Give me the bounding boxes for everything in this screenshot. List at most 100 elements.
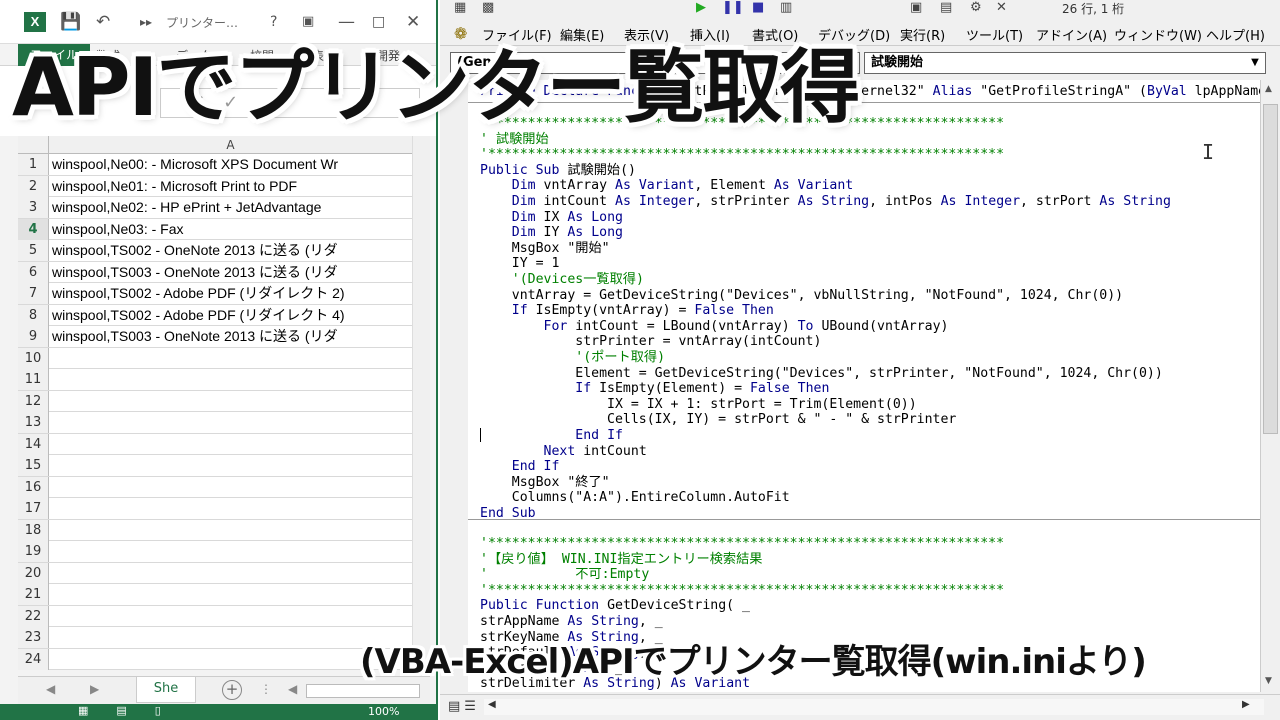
scroll-thumb[interactable] — [1263, 104, 1278, 434]
chevron-down-icon[interactable]: ▼ — [1247, 55, 1263, 71]
code-vertical-scrollbar[interactable]: ▲ ▼ — [1260, 80, 1280, 692]
add-sheet-icon[interactable]: + — [222, 680, 242, 700]
row-number[interactable]: 10 — [18, 347, 49, 369]
row-number[interactable]: 1 — [18, 154, 49, 175]
cell-a[interactable] — [52, 606, 408, 627]
more-icon[interactable]: ▸▸ — [140, 10, 152, 34]
code-line: End If — [575, 428, 623, 443]
row-number[interactable]: 5 — [18, 240, 49, 261]
project-explorer-icon[interactable]: ▣ — [910, 0, 922, 15]
row-number[interactable]: 7 — [18, 283, 49, 304]
cell-a[interactable]: winspool,Ne00: - Microsoft XPS Document … — [52, 154, 408, 175]
sheet-options-icon[interactable]: ⋮ — [260, 682, 272, 696]
cell-a[interactable] — [52, 627, 408, 648]
row-number[interactable]: 2 — [18, 175, 49, 197]
scroll-left-icon[interactable]: ◀ — [488, 699, 496, 710]
row-number[interactable]: 18 — [18, 519, 49, 541]
run-icon[interactable]: ▶ — [696, 0, 706, 15]
menu-help[interactable]: ヘルプ(H) — [1206, 25, 1265, 44]
cell-a[interactable]: winspool,TS002 - OneNote 2013 に送る (リダ — [52, 240, 408, 261]
cell-a[interactable] — [52, 498, 408, 519]
code-line: Columns("A:A").EntireColumn.AutoFit — [480, 490, 790, 506]
row-number[interactable]: 4 — [18, 218, 49, 240]
row-number[interactable]: 15 — [18, 455, 49, 476]
zoom-level[interactable]: 100% — [368, 705, 399, 718]
ribbon-display-icon[interactable]: ▣ — [302, 10, 314, 34]
code-horizontal-scrollbar[interactable] — [484, 699, 1264, 715]
insert-module-icon[interactable]: ▩ — [482, 0, 494, 15]
cell-a[interactable]: winspool,TS002 - Adobe PDF (リダイレクト 2) — [52, 283, 408, 304]
cell-a[interactable] — [52, 455, 408, 476]
excel-view-icon[interactable]: ▦ — [454, 0, 466, 15]
row-number[interactable]: 22 — [18, 605, 49, 627]
row-number[interactable]: 19 — [18, 541, 49, 562]
procedure-view-buttons[interactable]: ▤☰ — [448, 699, 480, 714]
scroll-down-icon[interactable]: ▼ — [1265, 676, 1272, 686]
menu-window[interactable]: ウィンドウ(W) — [1114, 25, 1202, 44]
cell-a[interactable] — [52, 369, 408, 390]
code-line: Element = GetDeviceString("Devices", str… — [480, 365, 1163, 381]
menu-addins[interactable]: アドイン(A) — [1036, 25, 1107, 44]
cell-a[interactable] — [52, 412, 408, 433]
row-number[interactable]: 23 — [18, 627, 49, 648]
help-icon[interactable]: ? — [270, 10, 277, 34]
cell-a[interactable] — [52, 649, 408, 670]
sheet-tab[interactable]: She — [136, 677, 196, 703]
cell-a[interactable] — [52, 520, 408, 541]
procedure-combo[interactable]: 試験開始 ▼ — [864, 52, 1266, 74]
design-mode-icon[interactable]: ▥ — [780, 0, 792, 15]
close-icon[interactable]: ✕ — [406, 10, 420, 34]
view-buttons[interactable]: ▦▤▯ — [78, 704, 189, 717]
scroll-up-icon[interactable]: ▲ — [1265, 84, 1272, 94]
cell-a[interactable] — [52, 348, 408, 369]
pause-icon[interactable]: ❚❚ — [722, 0, 744, 15]
save-icon[interactable]: 💾 — [60, 10, 81, 34]
column-header-a[interactable]: A — [49, 136, 412, 154]
prev-sheet-icon[interactable]: ◀ — [46, 682, 55, 696]
stop-icon[interactable]: ■ — [752, 0, 764, 15]
cell-a[interactable]: winspool,Ne03: - Fax — [52, 219, 408, 240]
row-number[interactable]: 3 — [18, 197, 49, 218]
select-all-corner[interactable] — [18, 136, 49, 154]
row-number[interactable]: 11 — [18, 369, 49, 390]
code-line: ' 不可:Empty — [480, 567, 650, 583]
object-browser-icon[interactable]: ⚙ — [970, 0, 982, 15]
row-number[interactable]: 17 — [18, 498, 49, 519]
cell-a[interactable]: winspool,TS003 - OneNote 2013 に送る (リダ — [52, 326, 408, 347]
row-number[interactable]: 21 — [18, 584, 49, 605]
horizontal-scrollbar[interactable] — [306, 684, 420, 698]
row-number[interactable]: 24 — [18, 648, 49, 670]
minimize-icon[interactable]: — — [338, 10, 355, 34]
cell-a[interactable]: winspool,Ne02: - HP ePrint + JetAdvantag… — [52, 197, 408, 218]
row-number[interactable]: 16 — [18, 476, 49, 498]
cell-a[interactable]: winspool,TS002 - Adobe PDF (リダイレクト 4) — [52, 305, 408, 326]
row-number[interactable]: 9 — [18, 326, 49, 347]
maximize-icon[interactable]: □ — [372, 10, 385, 34]
row-number[interactable]: 12 — [18, 390, 49, 412]
cell-a[interactable] — [52, 477, 408, 498]
cell-a[interactable] — [52, 434, 408, 455]
code-pane[interactable]: Private Declare Function GetProfileStrin… — [440, 80, 1260, 692]
toolbox-icon[interactable]: ✕ — [996, 0, 1007, 15]
vertical-scrollbar[interactable] — [412, 136, 430, 676]
undo-icon[interactable]: ↶ — [96, 10, 110, 34]
cell-a[interactable] — [52, 584, 408, 605]
cell-a[interactable] — [52, 391, 408, 412]
row-number[interactable]: 20 — [18, 562, 49, 584]
hscroll-left-icon[interactable]: ◀ — [288, 682, 297, 696]
row-number[interactable]: 14 — [18, 433, 49, 455]
table-row: 6 winspool,TS003 - OneNote 2013 に送る (リダ — [18, 261, 412, 283]
cell-a[interactable] — [52, 541, 408, 562]
row-number[interactable]: 13 — [18, 412, 49, 433]
menu-tools[interactable]: ツール(T) — [966, 25, 1023, 44]
row-number[interactable]: 6 — [18, 261, 49, 283]
properties-icon[interactable]: ▤ — [940, 0, 952, 15]
row-number[interactable]: 8 — [18, 304, 49, 326]
next-sheet-icon[interactable]: ▶ — [90, 682, 99, 696]
scroll-right-icon[interactable]: ▶ — [1242, 699, 1250, 710]
cell-a[interactable]: winspool,Ne01: - Microsoft Print to PDF — [52, 176, 408, 197]
cell-a[interactable] — [52, 563, 408, 584]
table-row: 16 — [18, 476, 412, 498]
cell-a[interactable]: winspool,TS003 - OneNote 2013 に送る (リダ — [52, 262, 408, 283]
menu-run[interactable]: 実行(R) — [900, 25, 945, 44]
